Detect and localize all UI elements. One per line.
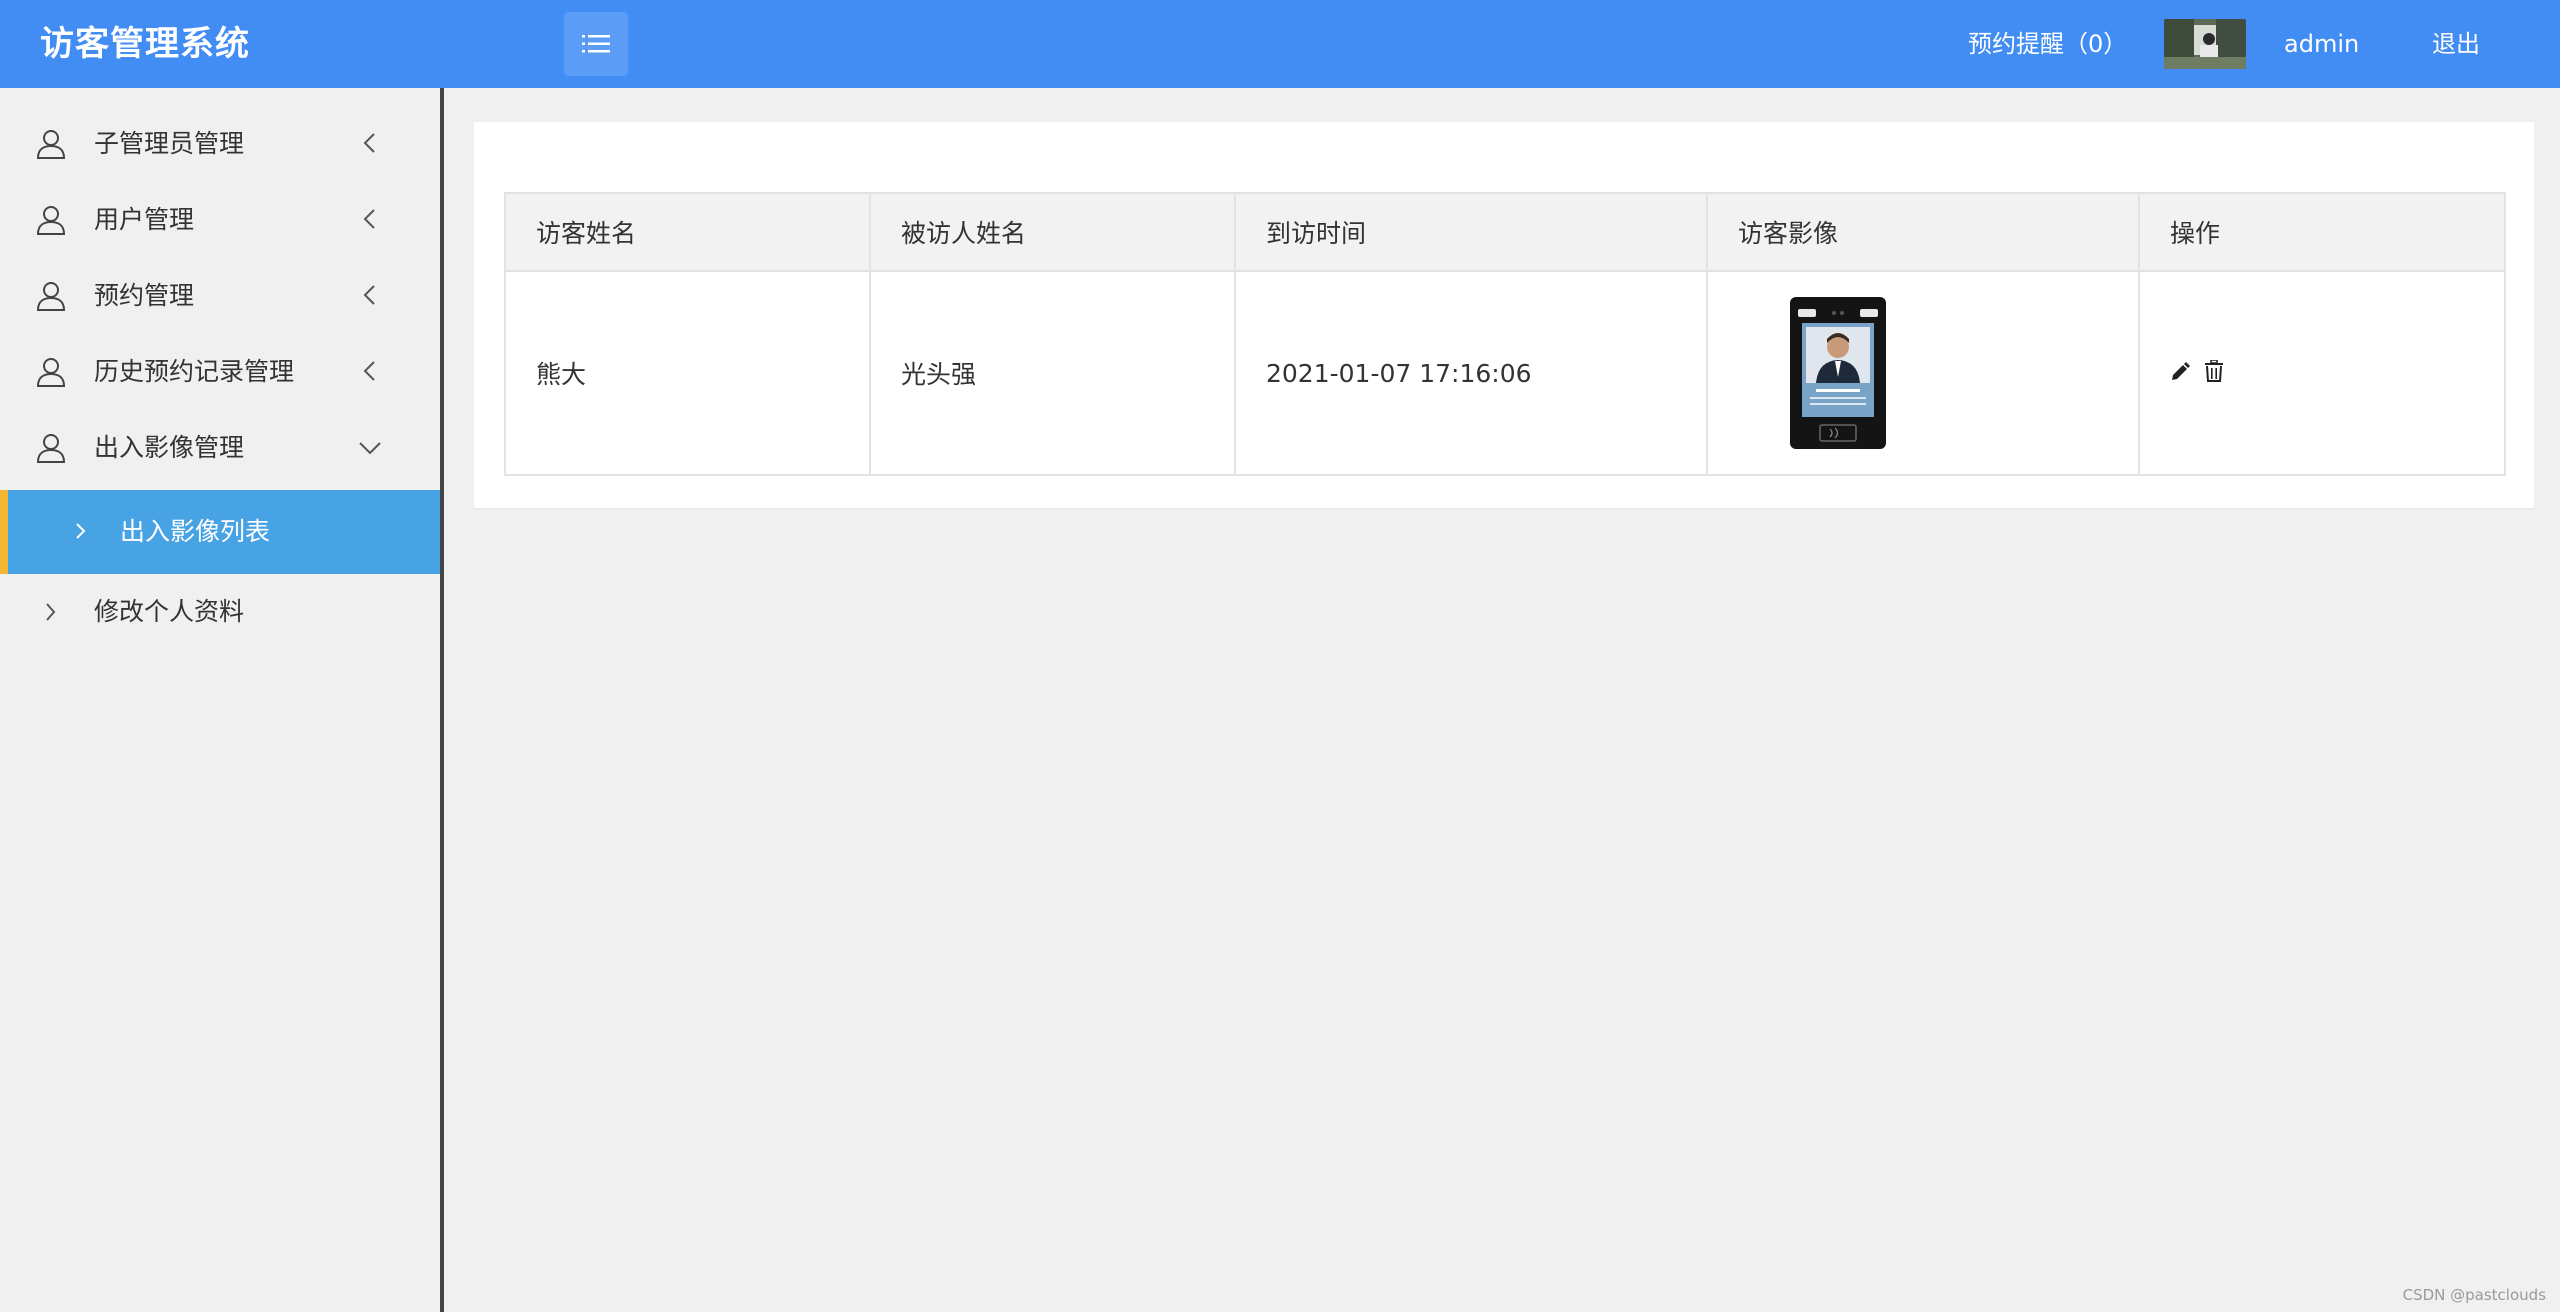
menu-toggle-button[interactable]	[564, 12, 628, 76]
sidebar-item-label: 历史预约记录管理	[94, 357, 295, 386]
column-header-actions: 操作	[2138, 192, 2506, 272]
edit-icon[interactable]	[2170, 359, 2190, 388]
sidebar-item-label: 修改个人资料	[94, 597, 245, 626]
username[interactable]: admin	[2284, 0, 2359, 88]
list-icon	[582, 35, 610, 53]
chevron-left-icon	[363, 285, 375, 305]
sidebar-item-appointments[interactable]: 预约管理	[0, 258, 440, 334]
app-title: 访客管理系统	[40, 24, 250, 64]
appointment-reminder-link[interactable]: 预约提醒（0）	[1968, 0, 2127, 88]
cell-visitor-name: 熊大	[504, 270, 871, 476]
column-header-visitor-name: 访客姓名	[504, 192, 871, 272]
chevron-down-icon	[359, 442, 381, 455]
sidebar-subitem-label: 出入影像列表	[120, 517, 271, 546]
user-icon	[36, 282, 66, 311]
cell-actions	[2138, 270, 2506, 476]
sidebar-item-users[interactable]: 用户管理	[0, 182, 440, 258]
sidebar-item-label: 预约管理	[94, 281, 195, 310]
chevron-left-icon	[363, 133, 375, 153]
avatar[interactable]	[2164, 19, 2246, 69]
top-header: 访客管理系统 预约提醒（0） admin 退出	[0, 0, 2560, 88]
cell-visitor-image	[1706, 270, 2140, 476]
sidebar-item-sub-admin[interactable]: 子管理员管理	[0, 106, 440, 182]
visitor-image-thumbnail[interactable]	[1790, 297, 1886, 449]
sidebar-item-label: 出入影像管理	[94, 433, 245, 462]
watermark: CSDN @pastclouds	[2402, 1286, 2546, 1304]
logout-link[interactable]: 退出	[2432, 0, 2480, 88]
column-header-host-name: 被访人姓名	[869, 192, 1236, 272]
cell-host-name: 光头强	[869, 270, 1236, 476]
chevron-right-icon	[76, 523, 86, 539]
user-icon	[36, 434, 66, 463]
column-header-visit-time: 到访时间	[1234, 192, 1708, 272]
chevron-left-icon	[363, 209, 375, 229]
user-icon	[36, 130, 66, 159]
column-header-visitor-image: 访客影像	[1706, 192, 2140, 272]
table-row: 熊大 光头强 2021-01-07 17:16:06	[504, 270, 2506, 476]
sidebar-item-label: 用户管理	[94, 205, 195, 234]
sidebar-subitem-image-list[interactable]: 出入影像列表	[0, 490, 440, 574]
sidebar-item-image-management[interactable]: 出入影像管理	[0, 410, 440, 486]
chevron-left-icon	[363, 361, 375, 381]
table-header-row: 访客姓名 被访人姓名 到访时间 访客影像 操作	[504, 192, 2506, 272]
sidebar-item-edit-profile[interactable]: 修改个人资料	[0, 574, 440, 650]
content-panel: 访客姓名 被访人姓名 到访时间 访客影像 操作 熊大 光头强 2021-01-0…	[474, 122, 2534, 508]
sidebar-item-history[interactable]: 历史预约记录管理	[0, 334, 440, 410]
sidebar: 子管理员管理 用户管理 预约管理 历史预约记录管理 出入影像管理 出入影像列表 …	[0, 88, 444, 1312]
chevron-right-icon	[46, 603, 56, 621]
trash-icon[interactable]	[2204, 358, 2224, 388]
sidebar-item-label: 子管理员管理	[94, 129, 245, 158]
user-icon	[36, 358, 66, 387]
image-records-table: 访客姓名 被访人姓名 到访时间 访客影像 操作 熊大 光头强 2021-01-0…	[504, 192, 2506, 476]
cell-visit-time: 2021-01-07 17:16:06	[1234, 270, 1708, 476]
user-icon	[36, 206, 66, 235]
